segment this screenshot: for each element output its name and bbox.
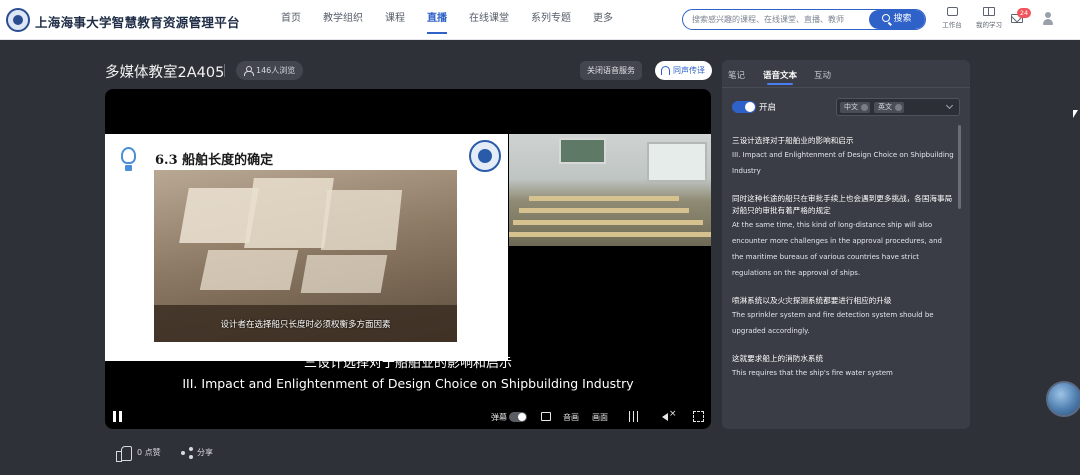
search-button-label: 搜索 xyxy=(893,14,912,24)
picture-button[interactable]: 画面 xyxy=(592,412,608,423)
search-box: 搜索 xyxy=(682,9,926,30)
title-divider xyxy=(224,64,225,77)
transcript-chinese: 同时这种长途的船只在审批手续上也会遇到更多挑战，各国海事局对船只的审批有着严格的… xyxy=(732,194,953,215)
mouse-cursor-icon xyxy=(1073,110,1078,118)
interpretation-button[interactable]: 同声传译 xyxy=(655,61,712,80)
chevron-down-icon[interactable] xyxy=(945,101,954,110)
audio-video-button[interactable]: 音画 xyxy=(563,412,579,423)
workbench-label: 工作台 xyxy=(942,21,962,29)
language-select[interactable]: 中文 英文 xyxy=(836,98,960,116)
platform-brand[interactable]: 上海海事大学智慧教育资源管理平台 xyxy=(35,12,240,31)
university-seal-icon xyxy=(469,140,501,172)
share-label: 分享 xyxy=(197,448,213,457)
transcript-panel: 笔记 语音文本 互动 开启 中文 英文 三设计选择对于船舶业的影响和启示 III… xyxy=(722,60,970,429)
nav-item-teaching-org[interactable]: 教学组织 xyxy=(323,0,363,40)
main-nav: 首页 教学组织 课程 直播 在线课堂 系列专题 更多 xyxy=(281,0,635,40)
transcript-item: 三设计选择对于船舶业的影响和启示 III. Impact and Enlight… xyxy=(732,135,954,179)
remove-tag-icon[interactable] xyxy=(861,104,868,111)
danmu-toggle[interactable] xyxy=(509,412,527,422)
transcript-toggle[interactable] xyxy=(732,101,756,113)
transcript-item: 同时这种长途的船只在审批手续上也会遇到更多挑战，各国海事局对船只的审批有着严格的… xyxy=(732,193,954,281)
like-count: 0 点赞 xyxy=(137,448,161,457)
close-voice-service-button[interactable]: 关闭语音服务 xyxy=(580,61,642,80)
person-icon xyxy=(243,66,254,76)
tab-notes[interactable]: 笔记 xyxy=(728,69,745,81)
classroom-camera-feed xyxy=(509,134,711,246)
top-header: 上海海事大学智慧教育资源管理平台 首页 教学组织 课程 直播 在线课堂 系列专题… xyxy=(0,0,1080,40)
slide-caption: 设计者在选择船只长度时必须权衡多方面因素 xyxy=(220,320,391,330)
room-title: 多媒体教室2A405 xyxy=(105,65,225,81)
search-icon xyxy=(882,14,891,22)
transcript-scrollbar[interactable] xyxy=(958,125,961,209)
player-controls: 弹幕 音画 画面 xyxy=(105,407,711,429)
workbench-button[interactable]: 工作台 xyxy=(936,7,968,35)
nav-item-courses[interactable]: 课程 xyxy=(385,0,405,40)
video-player[interactable]: 6.3 船舶长度的确定 设计者在选择船只长度时必须权衡多方面因素 三设计选择对于… xyxy=(105,89,711,429)
transcript-toggle-label: 开启 xyxy=(759,103,777,113)
subtitle-english: III. Impact and Enlightenment of Design … xyxy=(182,376,634,391)
language-tag-label: 英文 xyxy=(878,103,892,111)
transcript-english: III. Impact and Enlightenment of Design … xyxy=(732,151,954,175)
floating-assistant-avatar[interactable] xyxy=(1046,381,1080,417)
nav-item-home[interactable]: 首页 xyxy=(281,0,301,40)
transcript-english: The sprinkler system and fire detection … xyxy=(732,311,934,335)
transcript-item: 喷淋系统以及火灾探测系统都要进行相应的升级 The sprinkler syst… xyxy=(732,295,954,339)
sailing-ship-image: 设计者在选择船只长度时必须权衡多方面因素 xyxy=(154,170,457,342)
thumbs-up-icon xyxy=(116,446,132,462)
transcript-chinese: 这就要求船上的消防水系统 xyxy=(732,354,824,363)
language-tag-chinese[interactable]: 中文 xyxy=(840,102,870,113)
volume-muted-icon[interactable] xyxy=(662,409,677,422)
danmu-label: 弹幕 xyxy=(491,413,507,422)
transcript-english: This requires that the ship's fire water… xyxy=(732,369,893,377)
search-input[interactable] xyxy=(683,10,869,29)
nav-item-live[interactable]: 直播 xyxy=(427,0,447,40)
book-icon xyxy=(983,7,995,16)
lightbulb-icon xyxy=(115,144,142,174)
remove-tag-icon[interactable] xyxy=(895,104,902,111)
subtitle-chinese: 三设计选择对于船舶业的影响和启示 xyxy=(303,356,512,371)
transcript-list: 三设计选择对于船舶业的影响和启示 III. Impact and Enlight… xyxy=(732,135,954,395)
user-avatar-icon[interactable] xyxy=(1043,12,1053,27)
view-count-badge: 146人浏览 xyxy=(236,61,304,80)
language-tag-label: 中文 xyxy=(844,103,858,111)
message-count-badge: 24 xyxy=(1017,8,1031,18)
caption-icon[interactable] xyxy=(541,412,551,421)
equalizer-icon[interactable] xyxy=(628,411,639,422)
tab-interaction[interactable]: 互动 xyxy=(814,69,831,81)
transcript-chinese: 三设计选择对于船舶业的影响和启示 xyxy=(732,136,854,145)
share-button[interactable]: 分享 xyxy=(181,445,213,461)
interpretation-label: 同声传译 xyxy=(673,66,705,75)
transcript-item: 这就要求船上的消防水系统 This requires that the ship… xyxy=(732,353,954,381)
panel-tabs: 笔记 语音文本 互动 xyxy=(722,60,970,88)
language-tag-english[interactable]: 英文 xyxy=(874,102,904,113)
monitor-icon xyxy=(946,7,958,16)
nav-item-more[interactable]: 更多 xyxy=(593,0,613,40)
nav-item-online-class[interactable]: 在线课堂 xyxy=(469,0,509,40)
lecture-slide: 6.3 船舶长度的确定 设计者在选择船只长度时必须权衡多方面因素 xyxy=(105,134,508,361)
slide-title: 6.3 船舶长度的确定 xyxy=(155,153,274,168)
tab-voice-text[interactable]: 语音文本 xyxy=(763,69,797,85)
pause-icon[interactable] xyxy=(113,411,122,422)
headset-icon xyxy=(661,66,670,75)
fullscreen-icon[interactable] xyxy=(693,411,704,422)
search-button[interactable]: 搜索 xyxy=(869,10,925,29)
like-button[interactable]: 0 点赞 xyxy=(116,445,161,462)
share-icon xyxy=(181,447,194,459)
my-study-button[interactable]: 我的学习 xyxy=(973,7,1005,35)
nav-item-series[interactable]: 系列专题 xyxy=(531,0,571,40)
view-count-label: 146人浏览 xyxy=(256,66,296,75)
university-logo-icon[interactable] xyxy=(6,8,30,32)
tabs-divider xyxy=(722,87,970,88)
transcript-chinese: 喷淋系统以及火灾探测系统都要进行相应的升级 xyxy=(732,296,892,305)
transcript-english: At the same time, this kind of long-dist… xyxy=(732,221,942,277)
my-study-label: 我的学习 xyxy=(976,21,1002,29)
